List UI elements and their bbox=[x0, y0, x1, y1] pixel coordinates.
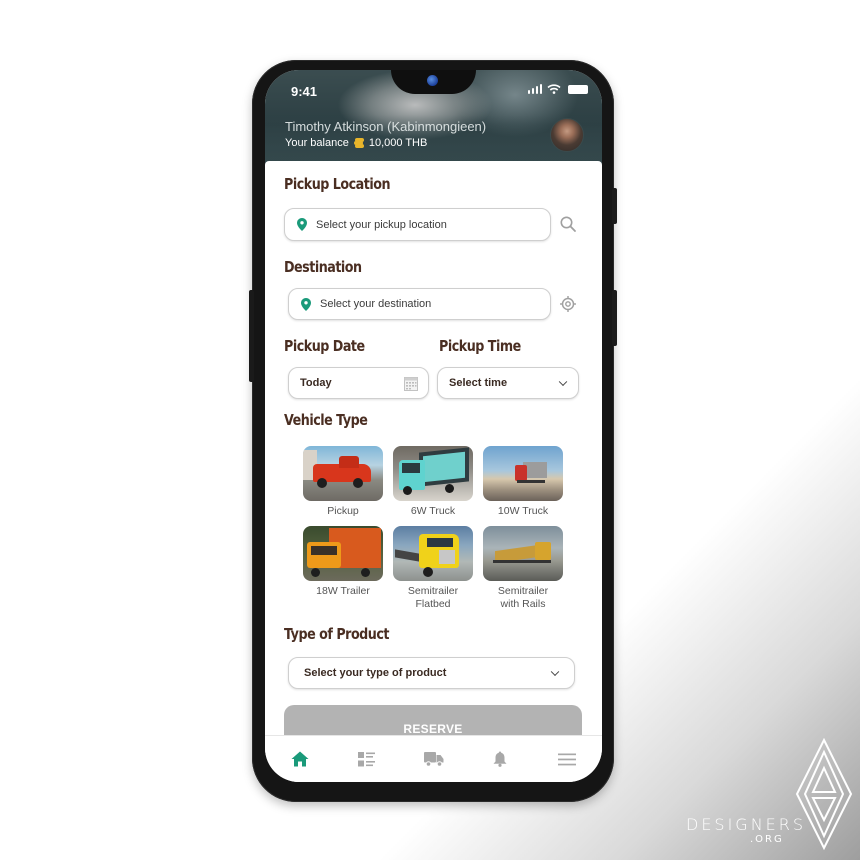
volume-button bbox=[249, 290, 254, 382]
vehicle-option-semitrailer-flatbed[interactable]: Semitrailer Flatbed bbox=[393, 526, 473, 611]
vehicle-image-semitrailer-rails bbox=[483, 526, 563, 581]
watermark-suffix: .ORG bbox=[750, 834, 784, 845]
tab-delivery[interactable] bbox=[419, 744, 449, 774]
app-header: 9:41 Timothy Atkinson (Kabinmongieen) Yo… bbox=[265, 70, 602, 170]
calendar-icon bbox=[404, 377, 418, 391]
list-icon bbox=[358, 751, 376, 766]
pickup-location-input[interactable]: Select your pickup location bbox=[284, 208, 551, 241]
tab-menu[interactable] bbox=[552, 744, 582, 774]
pickup-time-select[interactable]: Select time bbox=[437, 367, 579, 399]
vehicle-image-semitrailer-flatbed bbox=[393, 526, 473, 581]
balance-label: Your balance bbox=[285, 137, 349, 149]
bottom-tab-bar bbox=[265, 735, 602, 782]
signal-icon bbox=[527, 84, 542, 94]
product-type-title: Type of Product bbox=[284, 625, 389, 643]
balance-value: 10,000 THB bbox=[368, 137, 428, 149]
pickup-location-placeholder: Select your pickup location bbox=[316, 218, 447, 231]
status-icons bbox=[527, 84, 588, 94]
user-avatar[interactable] bbox=[550, 118, 584, 152]
destination-title: Destination bbox=[284, 258, 362, 276]
wifi-icon bbox=[547, 84, 561, 94]
vehicle-label: 6W Truck bbox=[410, 505, 456, 517]
location-pin-icon bbox=[301, 297, 311, 311]
menu-icon bbox=[558, 753, 576, 765]
destination-input[interactable]: Select your destination bbox=[288, 288, 551, 320]
pickup-location-title: Pickup Location bbox=[284, 175, 391, 193]
locate-icon[interactable] bbox=[559, 295, 577, 313]
truck-icon bbox=[423, 751, 443, 767]
vehicle-image-6w-truck bbox=[393, 446, 473, 501]
pickup-date-title: Pickup Date bbox=[284, 337, 365, 355]
home-icon bbox=[291, 751, 309, 767]
tab-notifications[interactable] bbox=[485, 744, 515, 774]
vehicle-label: 10W Truck bbox=[497, 505, 549, 517]
phone-screen: 9:41 Timothy Atkinson (Kabinmongieen) Yo… bbox=[265, 70, 602, 782]
booking-form: Pickup Location Select your pickup locat… bbox=[265, 161, 602, 741]
power-button bbox=[612, 290, 617, 346]
vehicle-option-semitrailer-rails[interactable]: Semitrailer with Rails bbox=[483, 526, 563, 611]
battery-icon bbox=[568, 85, 588, 94]
vehicle-label: 18W Trailer bbox=[316, 585, 370, 597]
watermark-brand: DESIGNERS bbox=[686, 815, 807, 834]
vehicle-option-pickup[interactable]: Pickup bbox=[303, 446, 383, 518]
tab-orders[interactable] bbox=[352, 744, 382, 774]
pickup-time-value: Select time bbox=[449, 377, 508, 389]
vehicle-image-pickup bbox=[303, 446, 383, 501]
vehicle-option-18w-trailer[interactable]: 18W Trailer bbox=[303, 526, 383, 598]
vehicle-label: Semitrailer with Rails bbox=[497, 585, 549, 610]
vehicle-type-title: Vehicle Type bbox=[284, 411, 368, 429]
search-icon[interactable] bbox=[559, 215, 577, 233]
pickup-date-input[interactable]: Today bbox=[288, 367, 429, 399]
tab-home[interactable] bbox=[285, 744, 315, 774]
location-pin-icon bbox=[297, 218, 307, 231]
vehicle-option-6w-truck[interactable]: 6W Truck bbox=[393, 446, 473, 518]
chevron-down-icon bbox=[550, 667, 560, 677]
bell-icon bbox=[493, 751, 507, 767]
side-button-top bbox=[612, 188, 617, 224]
vehicle-option-10w-truck[interactable]: 10W Truck bbox=[483, 446, 563, 518]
product-type-value: Select your type of product bbox=[304, 667, 447, 679]
destination-placeholder: Select your destination bbox=[320, 298, 432, 310]
vehicle-image-10w-truck bbox=[483, 446, 563, 501]
pickup-time-title: Pickup Time bbox=[439, 337, 521, 355]
front-camera bbox=[427, 75, 438, 86]
coins-icon bbox=[353, 138, 364, 148]
product-type-select[interactable]: Select your type of product bbox=[288, 657, 575, 689]
status-time: 9:41 bbox=[291, 84, 318, 99]
chevron-down-icon bbox=[558, 377, 568, 387]
pickup-date-value: Today bbox=[300, 377, 332, 389]
user-name: Timothy Atkinson (Kabinmongieen) bbox=[285, 119, 487, 134]
designers-logo-icon bbox=[795, 738, 853, 850]
vehicle-image-18w-trailer bbox=[303, 526, 383, 581]
balance: Your balance 10,000 THB bbox=[285, 137, 427, 149]
vehicle-label: Semitrailer Flatbed bbox=[407, 585, 459, 610]
vehicle-label: Pickup bbox=[327, 505, 359, 517]
